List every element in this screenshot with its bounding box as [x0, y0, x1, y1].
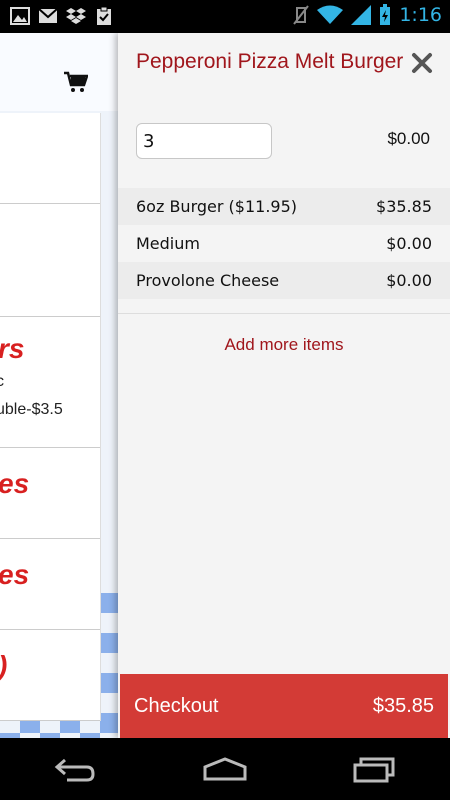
order-line-amount: $0.00: [386, 271, 432, 290]
status-bar: 1:16: [0, 0, 450, 33]
order-lines: 6oz Burger ($11.95) $35.85 Medium $0.00 …: [118, 188, 450, 299]
list-item[interactable]: es: [0, 539, 100, 630]
order-line-label: Provolone Cheese: [136, 271, 280, 290]
cart-drawer: Pepperoni Pizza Melt Burger $0.00 6oz Bu…: [118, 33, 450, 738]
order-line: 6oz Burger ($11.95) $35.85: [118, 188, 450, 225]
quantity-input[interactable]: [136, 123, 272, 159]
list-item[interactable]: es: [0, 448, 100, 539]
order-line-label: Medium: [136, 234, 200, 253]
checkout-button[interactable]: Checkout $35.85: [120, 674, 448, 738]
order-line-amount: $35.85: [376, 197, 432, 216]
back-icon: [54, 758, 95, 782]
gallery-icon: [10, 7, 30, 25]
recent-apps-icon: [353, 757, 395, 783]
vibrate-off-icon: [293, 5, 310, 25]
list-item[interactable]: rs c uble-$3.5: [0, 317, 100, 448]
divider: [118, 313, 450, 314]
list-item[interactable]: [0, 113, 100, 204]
background-header: [0, 33, 120, 111]
dropbox-icon: [66, 8, 86, 24]
checkout-label: Checkout: [134, 694, 219, 717]
list-item-title: es: [0, 468, 30, 499]
clipboard-icon: [97, 6, 111, 25]
background-list: rs c uble-$3.5 es es ): [0, 113, 100, 721]
order-line-amount: $0.00: [386, 234, 432, 253]
order-line: Provolone Cheese $0.00: [118, 262, 450, 299]
background-menu: rs c uble-$3.5 es es ): [0, 33, 120, 738]
checkout-total: $35.85: [372, 694, 434, 717]
home-icon: [203, 757, 247, 781]
back-button[interactable]: [45, 749, 105, 789]
list-item-title: es: [0, 559, 30, 590]
item-title: Pepperoni Pizza Melt Burger: [136, 50, 404, 73]
quantity-price: $0.00: [387, 129, 430, 148]
list-item[interactable]: ): [0, 630, 100, 721]
battery-icon: [380, 4, 391, 25]
list-item-text: c: [0, 373, 4, 390]
wifi-icon: [317, 5, 344, 24]
add-more-items-link[interactable]: Add more items: [118, 335, 450, 355]
signal-icon: [351, 5, 372, 25]
order-line-label: 6oz Burger ($11.95): [136, 197, 297, 216]
navigation-bar: [0, 738, 450, 800]
recent-apps-button[interactable]: [345, 749, 405, 789]
list-item-title: ): [0, 650, 7, 682]
home-button[interactable]: [195, 749, 255, 789]
order-line: Medium $0.00: [118, 225, 450, 262]
clock: 1:16: [399, 4, 442, 26]
close-icon[interactable]: [410, 51, 434, 75]
list-item[interactable]: [0, 204, 100, 317]
cart-icon[interactable]: [64, 71, 88, 93]
list-item-title: rs: [0, 333, 25, 364]
gmail-icon: [38, 8, 58, 23]
list-item-text: uble-$3.5: [0, 401, 63, 418]
